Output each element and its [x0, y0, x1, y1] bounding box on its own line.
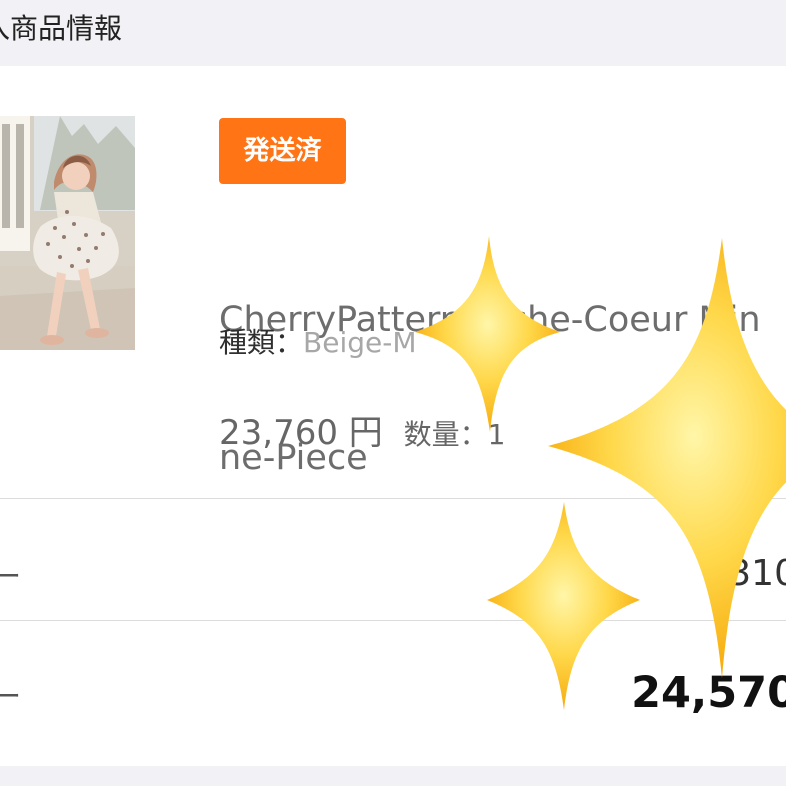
summary-row-value: 310	[728, 553, 786, 594]
section-header: 入商品情報	[0, 0, 786, 66]
product-price: 23,760 円	[219, 413, 383, 453]
product-image[interactable]	[0, 116, 135, 350]
product-variant: 種類：Beige-M	[219, 323, 417, 363]
divider	[0, 498, 786, 499]
variant-label: 種類：	[219, 326, 304, 359]
summary-row-label: ー	[0, 560, 22, 593]
variant-value: Beige-M	[303, 326, 417, 359]
summary-total-label: ー	[0, 680, 22, 713]
bottom-band	[0, 766, 786, 786]
section-title: 入商品情報	[0, 12, 123, 45]
quantity-label: 数量：1	[403, 418, 506, 451]
product-name[interactable]: CherryPatternCache-Coeur Min ne-Piece	[219, 205, 786, 573]
order-product-info-screen: 入商品情報	[0, 0, 786, 786]
price-quantity-line: 23,760 円 数量：1	[219, 410, 505, 458]
shipping-status-badge: 発送済	[219, 118, 346, 184]
product-photo-illustration	[0, 116, 135, 350]
divider	[0, 620, 786, 621]
summary-total-value: 24,570	[631, 668, 786, 718]
